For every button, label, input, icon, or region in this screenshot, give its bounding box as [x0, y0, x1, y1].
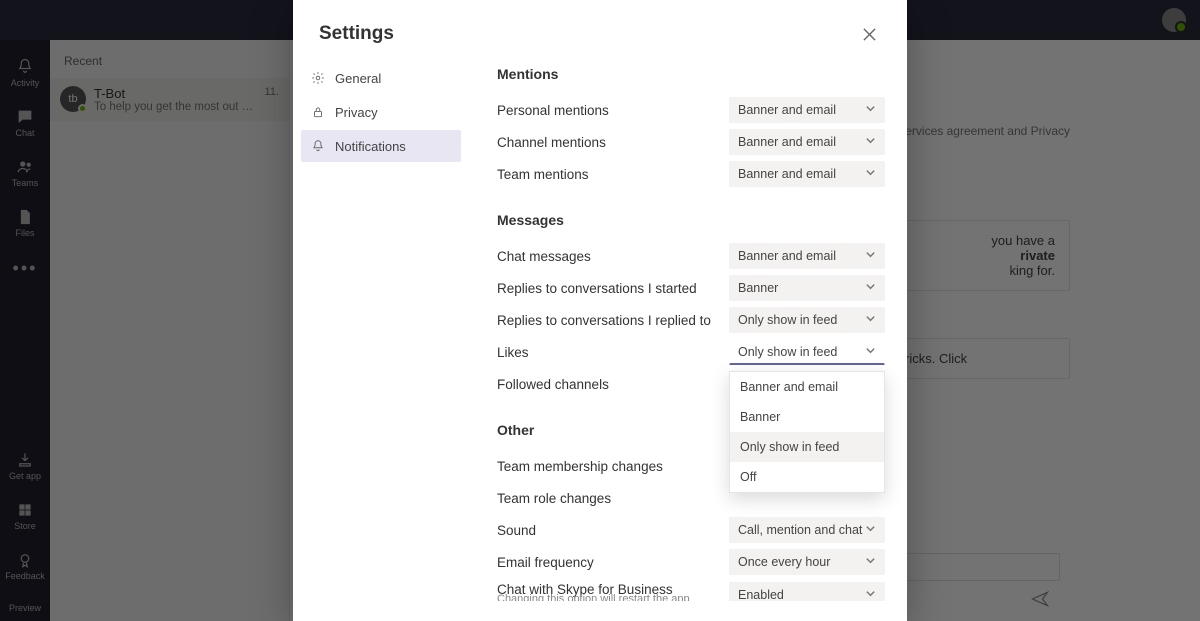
label-chat-messages: Chat messages: [497, 249, 729, 264]
chevron-down-icon: [865, 281, 876, 295]
gear-icon: [311, 71, 325, 85]
chevron-down-icon: [865, 167, 876, 181]
label-followed-channels: Followed channels: [497, 377, 729, 392]
dd-likes-menu: Banner and email Banner Only show in fee…: [729, 371, 885, 493]
dd-replies-replied[interactable]: Only show in feed: [729, 307, 885, 333]
dd-skype[interactable]: Enabled: [729, 582, 885, 601]
label-team-membership: Team membership changes: [497, 459, 729, 474]
dd-likes[interactable]: Only show in feed: [729, 339, 885, 365]
dd-team-mentions[interactable]: Banner and email: [729, 161, 885, 187]
chevron-down-icon: [865, 249, 876, 263]
chevron-down-icon: [865, 523, 876, 537]
chevron-down-icon: [865, 103, 876, 117]
label-personal-mentions: Personal mentions: [497, 103, 729, 118]
lock-icon: [311, 105, 325, 119]
dd-replies-started[interactable]: Banner: [729, 275, 885, 301]
chevron-down-icon: [865, 555, 876, 569]
settings-sidenav: General Privacy Notifications: [301, 60, 461, 601]
chevron-down-icon: [865, 313, 876, 327]
label-replies-replied: Replies to conversations I replied to: [497, 313, 729, 328]
dd-personal-mentions[interactable]: Banner and email: [729, 97, 885, 123]
dd-option-banner-email[interactable]: Banner and email: [730, 372, 884, 402]
label-channel-mentions: Channel mentions: [497, 135, 729, 150]
nav-general[interactable]: General: [301, 62, 461, 94]
dd-option-banner[interactable]: Banner: [730, 402, 884, 432]
nav-privacy-label: Privacy: [335, 105, 378, 120]
section-messages: Messages: [497, 212, 885, 228]
dd-email-frequency[interactable]: Once every hour: [729, 549, 885, 575]
dd-channel-mentions[interactable]: Banner and email: [729, 129, 885, 155]
section-mentions: Mentions: [497, 66, 885, 82]
dd-option-only-feed[interactable]: Only show in feed: [730, 432, 884, 462]
nav-notifications[interactable]: Notifications: [301, 130, 461, 162]
label-sound: Sound: [497, 523, 729, 538]
settings-title: Settings: [319, 23, 394, 45]
bell-icon: [311, 139, 325, 153]
settings-dialog: Settings General Privacy Notifications M…: [293, 0, 907, 621]
notifications-panel: Mentions Personal mentions Banner and em…: [461, 60, 895, 601]
label-email-frequency: Email frequency: [497, 555, 729, 570]
dd-sound[interactable]: Call, mention and chat: [729, 517, 885, 543]
close-button[interactable]: [857, 22, 881, 46]
chevron-down-icon: [865, 135, 876, 149]
close-icon: [863, 28, 876, 41]
nav-privacy[interactable]: Privacy: [301, 96, 461, 128]
dd-chat-messages[interactable]: Banner and email: [729, 243, 885, 269]
label-team-role: Team role changes: [497, 491, 729, 506]
label-replies-started: Replies to conversations I started: [497, 281, 729, 296]
nav-general-label: General: [335, 71, 381, 86]
label-skype-sub: Changing this option will restart the ap…: [497, 593, 729, 601]
dd-option-off[interactable]: Off: [730, 462, 884, 492]
nav-notifications-label: Notifications: [335, 139, 406, 154]
chevron-down-icon: [865, 588, 876, 601]
label-likes: Likes: [497, 345, 729, 360]
chevron-down-icon: [865, 345, 876, 359]
label-team-mentions: Team mentions: [497, 167, 729, 182]
